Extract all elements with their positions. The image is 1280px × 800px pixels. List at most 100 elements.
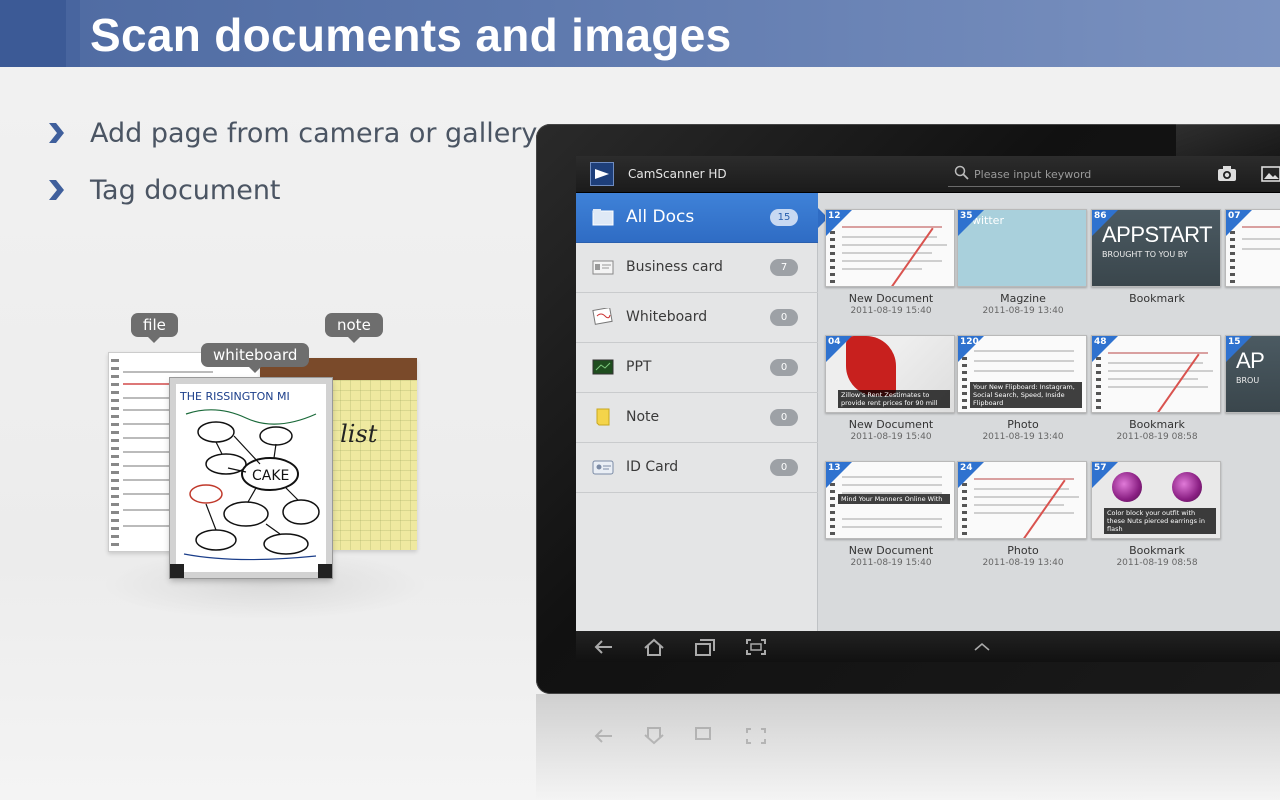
document-thumbnail: witter 35 xyxy=(957,209,1087,287)
chevron-right-icon xyxy=(49,180,64,200)
document-date: 2011-08-19 15:40 xyxy=(850,306,932,316)
document-date: 2011-08-19 15:40 xyxy=(850,432,932,442)
document-name: New Document xyxy=(848,292,934,305)
document-card[interactable]: Your New Flipboard: Instagram, Social Se… xyxy=(955,323,1091,443)
document-thumbnail: Color block your outfit with these Nuts … xyxy=(1091,461,1221,539)
feature-text: Tag document xyxy=(90,174,281,206)
sidebar-item-label: PPT xyxy=(626,359,652,375)
tablet-reflection xyxy=(536,694,1280,800)
count-badge: 7 xyxy=(770,259,798,276)
document-card[interactable]: witter 35 Magzine 2011-08-19 13:40 xyxy=(955,197,1091,317)
tag-whiteboard: whiteboard xyxy=(201,343,310,373)
action-bar: CamScanner HD xyxy=(576,156,1280,193)
search-icon xyxy=(954,165,969,180)
document-name: Photo xyxy=(1007,544,1039,557)
sidebar-item-ppt[interactable]: PPT 0 xyxy=(576,343,818,393)
count-badge: 0 xyxy=(770,409,798,426)
document-date: 2011-08-19 13:40 xyxy=(982,306,1064,316)
document-grid: 12 New Document 2011-08-19 15:40 witter … xyxy=(819,193,1280,631)
camera-icon[interactable] xyxy=(1216,164,1238,184)
id-card-icon xyxy=(592,460,614,475)
folder-icon xyxy=(592,209,614,226)
document-thumbnail: 12 xyxy=(825,209,955,287)
sidebar-item-note[interactable]: Note 0 xyxy=(576,393,818,443)
document-types-illustration: o list THE RISSINGTON MI CAKE file white… xyxy=(100,310,430,630)
category-sidebar: All Docs 15 Business card 7 Whiteboard 0 xyxy=(576,193,828,631)
search-input[interactable] xyxy=(974,165,1174,183)
screenshot-icon[interactable] xyxy=(744,637,768,657)
app-logo-icon xyxy=(590,162,614,186)
home-icon[interactable] xyxy=(642,637,666,657)
document-name: Photo xyxy=(1007,418,1039,431)
document-date: 2011-08-19 08:58 xyxy=(1116,558,1198,568)
feature-bullet: Add page from camera or gallery xyxy=(44,113,537,153)
chevron-right-icon xyxy=(49,123,64,143)
svg-text:CAKE: CAKE xyxy=(252,468,289,484)
document-date: 201 xyxy=(1223,432,1280,442)
count-badge: 15 xyxy=(770,209,798,226)
document-thumbnail: 48 xyxy=(1091,335,1221,413)
tag-file: file xyxy=(131,313,178,343)
svg-text:THE RISSINGTON MI: THE RISSINGTON MI xyxy=(179,390,290,403)
recent-apps-icon[interactable] xyxy=(692,637,716,657)
document-thumbnail: Your New Flipboard: Instagram, Social Se… xyxy=(957,335,1087,413)
sidebar-item-whiteboard[interactable]: Whiteboard 0 xyxy=(576,293,818,343)
document-thumbnail: 24 xyxy=(957,461,1087,539)
document-card[interactable]: Mind Your Manners Online With 13 New Doc… xyxy=(823,449,959,569)
whiteboard-document-image: THE RISSINGTON MI CAKE xyxy=(169,377,333,579)
document-name: Bookmark xyxy=(1129,544,1185,557)
app-title: CamScanner HD xyxy=(628,167,727,181)
search-box[interactable] xyxy=(948,161,1180,187)
page-title: Scan documents and images xyxy=(90,9,732,61)
document-card[interactable]: 07 W 201 xyxy=(1223,197,1280,317)
home-icon-reflection xyxy=(644,727,664,745)
sidebar-item-label: Whiteboard xyxy=(626,309,708,325)
sidebar-item-id-card[interactable]: ID Card 0 xyxy=(576,443,818,493)
sidebar-item-label: Note xyxy=(626,409,660,425)
document-card[interactable]: 48 Bookmark 2011-08-19 08:58 xyxy=(1089,323,1225,443)
business-card-icon xyxy=(592,260,614,275)
sidebar-item-label: All Docs xyxy=(626,207,695,227)
document-card[interactable]: 24 Photo 2011-08-19 13:40 xyxy=(955,449,1091,569)
document-card[interactable]: Zillow's Rent Zestimates to provide rent… xyxy=(823,323,959,443)
whiteboard-drawing: THE RISSINGTON MI CAKE xyxy=(179,390,320,561)
sidebar-item-all-docs[interactable]: All Docs 15 xyxy=(576,193,828,243)
document-date: 2011-08-19 13:40 xyxy=(982,558,1064,568)
back-icon[interactable] xyxy=(592,637,616,657)
system-nav-bar xyxy=(576,631,1280,662)
recent-apps-icon-reflection xyxy=(695,727,711,740)
count-badge: 0 xyxy=(770,359,798,376)
tag-note: note xyxy=(325,313,383,343)
chevron-up-icon[interactable] xyxy=(972,637,992,657)
feature-text: Add page from camera or gallery xyxy=(90,117,538,149)
feature-bullet: Tag document xyxy=(44,170,281,210)
count-badge: 0 xyxy=(770,309,798,326)
document-thumbnail: Mind Your Manners Online With 13 xyxy=(825,461,955,539)
sidebar-item-label: ID Card xyxy=(626,459,679,475)
whiteboard-icon xyxy=(592,308,613,325)
document-name: W xyxy=(1223,418,1280,431)
document-date: 201 xyxy=(1223,306,1280,316)
gallery-icon[interactable] xyxy=(1260,164,1280,184)
app-screen: CamScanner HD Please input keyword All D… xyxy=(576,156,1280,662)
document-name: New Document xyxy=(848,544,934,557)
document-card[interactable]: APPSTART BROUGHT TO YOU BY 86 Bookmark xyxy=(1089,197,1225,317)
sidebar-item-business-card[interactable]: Business card 7 xyxy=(576,243,818,293)
document-card[interactable]: Color block your outfit with these Nuts … xyxy=(1089,449,1225,569)
document-thumbnail: 07 xyxy=(1225,209,1280,287)
tablet-device: CamScanner HD Please input keyword All D… xyxy=(536,124,1280,694)
document-name: W xyxy=(1223,292,1280,305)
banner-accent-stripe xyxy=(66,0,80,67)
document-thumbnail: APPSTART BROUGHT TO YOU BY 86 xyxy=(1091,209,1221,287)
document-name: Bookmark xyxy=(1129,292,1185,305)
count-badge: 0 xyxy=(770,459,798,476)
document-card[interactable]: AP BROU 15 W 201 xyxy=(1223,323,1280,443)
document-card[interactable]: 12 New Document 2011-08-19 15:40 xyxy=(823,197,959,317)
document-date: 2011-08-19 13:40 xyxy=(982,432,1064,442)
document-date: 2011-08-19 15:40 xyxy=(850,558,932,568)
screenshot-icon-reflection xyxy=(746,728,766,744)
back-icon-reflection xyxy=(594,729,612,743)
document-name: Bookmark xyxy=(1129,418,1185,431)
document-thumbnail: AP BROU 15 xyxy=(1225,335,1280,413)
document-name: Magzine xyxy=(1000,292,1046,305)
